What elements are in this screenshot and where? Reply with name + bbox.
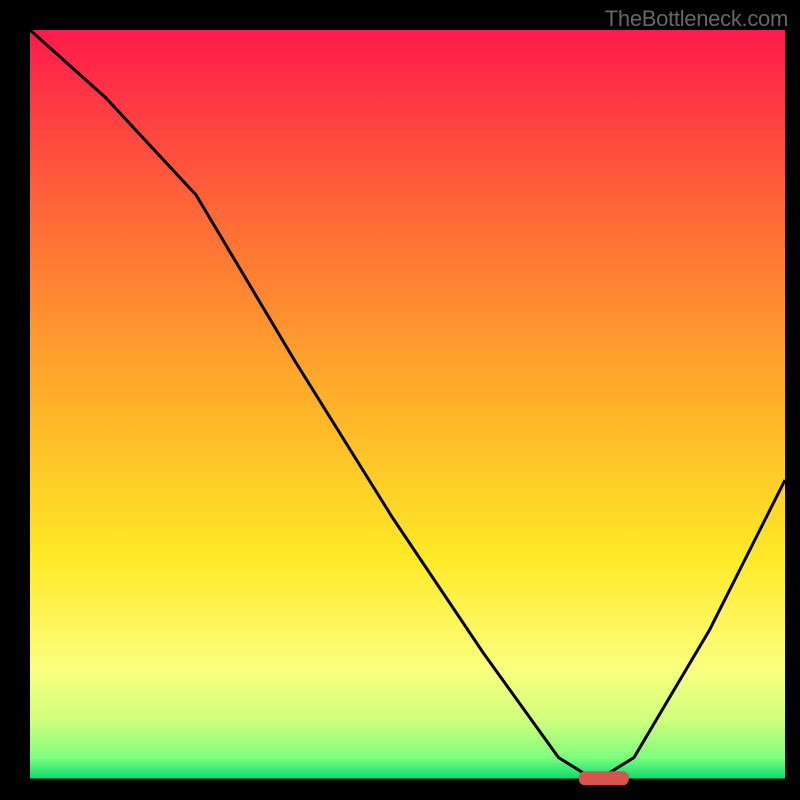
- min-marker: [579, 771, 629, 785]
- chart-svg: [0, 0, 800, 800]
- plot-background: [30, 30, 785, 780]
- watermark-text: TheBottleneck.com: [605, 6, 788, 32]
- bottleneck-chart: TheBottleneck.com: [0, 0, 800, 800]
